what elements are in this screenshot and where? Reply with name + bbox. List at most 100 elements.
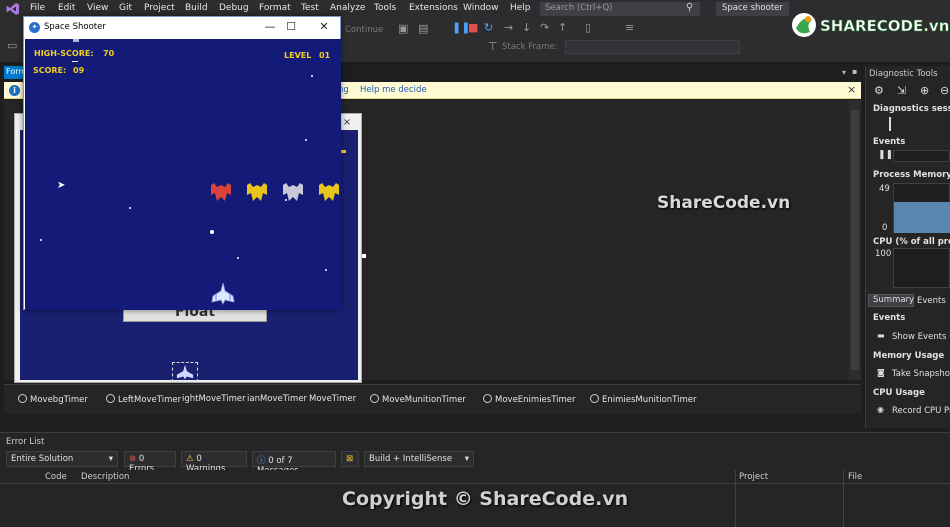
events-icon: ▬ — [877, 331, 885, 340]
chevron-down-icon: ▾ — [108, 454, 113, 464]
step-over-icon[interactable]: ↷ — [540, 21, 549, 34]
tab-summary[interactable]: Summary — [868, 294, 914, 307]
continue-button[interactable]: Continue — [345, 25, 383, 35]
take-snapshot-button[interactable]: Take Snapshot — [892, 369, 950, 379]
zoom-out-icon[interactable]: ⊖ — [940, 84, 949, 97]
diagnostic-tools-title: Diagnostic Tools — [869, 69, 938, 79]
menu-help[interactable]: Help — [510, 3, 531, 13]
visual-studio-logo-icon[interactable] — [6, 2, 20, 16]
menu-tools[interactable]: Tools — [374, 3, 396, 13]
menu-build[interactable]: Build — [185, 3, 208, 13]
pane-dropdown-icon[interactable]: ▾ — [842, 68, 846, 77]
memory-min-label: 0 — [882, 223, 888, 233]
timer-label: MoveTimer — [309, 394, 357, 404]
memory-chart — [893, 183, 950, 233]
stop-icon[interactable]: ■ — [468, 21, 478, 34]
build-intellisense-dropdown[interactable]: Build + IntelliSense ▾ — [364, 451, 474, 467]
error-list-title[interactable]: Error List — [6, 437, 44, 447]
menu-format[interactable]: Format — [259, 3, 291, 13]
menu-extensions[interactable]: Extensions — [409, 3, 458, 13]
cpu-section-header[interactable]: CPU (% of all proc — [873, 237, 950, 247]
tab-events[interactable]: Events — [917, 296, 946, 306]
record-icon: ◉ — [877, 405, 884, 414]
maximize-button[interactable]: ☐ — [281, 20, 301, 33]
minimize-button[interactable]: — — [260, 20, 280, 33]
level-label: LEVEL — [284, 51, 312, 60]
record-cpu-button[interactable]: Record CPU Pr — [892, 406, 950, 416]
errors-filter-button[interactable]: ⊗ 0 Errors — [124, 451, 176, 474]
step-into-icon[interactable]: ↓ — [522, 21, 531, 34]
thread-icon[interactable]: ▭ — [7, 39, 17, 52]
pause-events-icon[interactable]: ❚❚ — [878, 150, 893, 160]
messages-filter-button[interactable]: ⓘ 0 of 7 Messages — [252, 451, 336, 476]
enemy-ship-yellow-2 — [319, 183, 339, 201]
column-code[interactable]: Code — [45, 472, 67, 482]
game-canvas[interactable]: HIGH-SCORE: 70 LEVEL 01 SCORE: 09 ➤ — [25, 39, 341, 310]
cpu-chart — [893, 248, 950, 288]
scope-dropdown[interactable]: Entire Solution ▾ — [6, 451, 118, 467]
column-file[interactable]: File — [848, 472, 862, 482]
events-section-header[interactable]: Events — [873, 137, 905, 147]
session-timeline-marker[interactable] — [889, 117, 891, 131]
chevron-down-icon: ▾ — [464, 454, 469, 464]
export-icon[interactable]: ⇲ — [897, 84, 906, 97]
timer-movebg[interactable]: MovebgTimer — [18, 394, 88, 405]
menu-test[interactable]: Test — [301, 3, 319, 13]
column-description[interactable]: Description — [81, 472, 129, 482]
show-events-link[interactable]: Show Events (0 — [892, 332, 950, 342]
menu-debug[interactable]: Debug — [219, 3, 249, 13]
pin-icon[interactable]: ▪ — [852, 67, 857, 76]
selection-handle[interactable] — [362, 254, 366, 258]
menu-view[interactable]: View — [87, 3, 108, 13]
space-shooter-window[interactable]: ✦ Space Shooter — ☐ ✕ HIGH-SCORE: 70 LEV… — [23, 16, 341, 310]
enemy-ship-silver — [283, 183, 303, 201]
timer-label: MoveEnimiesTimer — [495, 395, 576, 405]
info-icon: i — [9, 85, 20, 96]
timer-label: LeftMoveTimer — [118, 395, 182, 405]
process-memory-header[interactable]: Process Memory ( — [873, 170, 950, 180]
menu-git[interactable]: Git — [119, 3, 132, 13]
timer-enimiesmunition[interactable]: EnimiesMunitionTimer — [590, 394, 696, 405]
menu-analyze[interactable]: Analyze — [330, 3, 365, 13]
timer-alienmove[interactable]: ianMoveTimer — [247, 394, 307, 404]
bookmark-icon[interactable]: ▯ — [585, 21, 591, 34]
filter-icon[interactable]: ⊤ — [488, 40, 498, 53]
timer-leftmove[interactable]: LeftMoveTimer — [106, 394, 181, 405]
restart-icon[interactable]: ↻ — [484, 21, 493, 34]
column-project[interactable]: Project — [739, 472, 768, 482]
stack-frame-dropdown[interactable] — [565, 40, 740, 54]
info-bar-close-icon[interactable]: × — [847, 83, 856, 96]
events-summary-header: Events — [873, 313, 906, 323]
menu-file[interactable]: File — [30, 3, 45, 13]
show-next-statement-icon[interactable]: → — [504, 21, 513, 34]
player-ship-designer-icon[interactable] — [172, 362, 198, 382]
warnings-filter-button[interactable]: ⚠ 0 Warnings — [181, 451, 247, 474]
timer-moveenimies[interactable]: MoveEnimiesTimer — [483, 394, 576, 405]
timer-movemunition[interactable]: MoveMunitionTimer — [370, 394, 466, 405]
timer-label: MoveMunitionTimer — [382, 395, 466, 405]
timer-move[interactable]: MoveTimer — [309, 394, 356, 404]
build-filter-icon[interactable]: ⊠ — [341, 451, 359, 467]
hud-marker — [73, 39, 79, 42]
menu-project[interactable]: Project — [144, 3, 175, 13]
window-title-bar[interactable]: ✦ Space Shooter — ☐ ✕ — [24, 17, 340, 39]
enemy-ship-yellow — [247, 183, 267, 201]
camera-icon[interactable]: ▤ — [418, 22, 428, 35]
designer-scrollbar[interactable] — [849, 100, 861, 380]
search-input[interactable]: Search (Ctrl+Q) — [540, 2, 700, 16]
zoom-in-icon[interactable]: ⊕ — [920, 84, 929, 97]
menu-edit[interactable]: Edit — [58, 3, 75, 13]
comment-icon[interactable]: ≡ — [625, 21, 634, 34]
menu-window[interactable]: Window — [463, 3, 499, 13]
column-divider — [843, 470, 844, 527]
player-ship-icon — [211, 282, 235, 305]
settings-icon[interactable]: ⚙ — [874, 84, 884, 97]
folder-icon[interactable]: ▣ — [398, 22, 408, 35]
timer-rightmove[interactable]: ightMoveTimer — [182, 394, 246, 404]
diagnostics-session-label: Diagnostics session — [873, 104, 950, 114]
search-icon[interactable]: ⚲ — [686, 2, 693, 13]
close-button[interactable]: ✕ — [314, 20, 334, 33]
step-out-icon[interactable]: ↑ — [558, 21, 567, 34]
help-me-decide-link[interactable]: Help me decide — [360, 85, 427, 95]
timer-icon — [106, 394, 115, 403]
